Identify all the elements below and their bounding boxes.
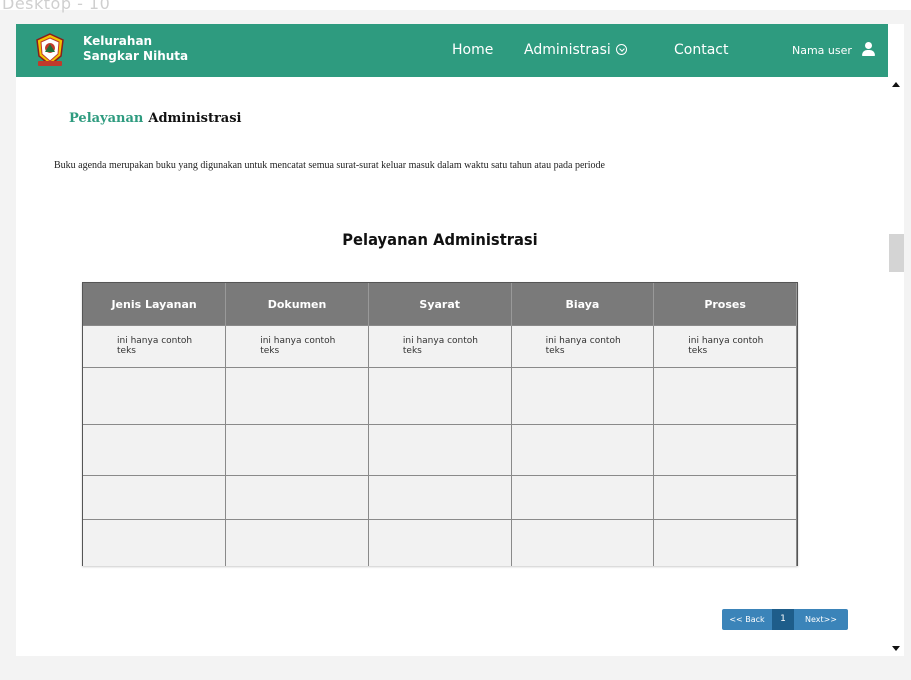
services-table: Jenis Layanan Dokumen Syarat Biaya Prose…	[82, 282, 798, 566]
table-row	[83, 475, 797, 520]
pagination-current-page[interactable]: 1	[772, 609, 794, 630]
scrollbar-thumb[interactable]	[889, 234, 904, 272]
page-title-part1: Pelayanan	[69, 111, 144, 126]
table-cell	[83, 367, 227, 425]
table-cell	[225, 424, 369, 476]
table-header-row: Jenis Layanan Dokumen Syarat Biaya Prose…	[83, 283, 797, 326]
header-jenis-layanan: Jenis Layanan	[83, 283, 227, 326]
canvas-bottom-strip	[0, 656, 911, 680]
brand-line-1: Kelurahan	[83, 34, 153, 48]
kelurahan-logo-icon[interactable]	[34, 32, 66, 68]
scroll-up-arrow-icon[interactable]	[892, 82, 900, 87]
nav-contact[interactable]: Contact	[674, 42, 728, 58]
table-cell	[511, 424, 655, 476]
nav-home[interactable]: Home	[452, 42, 493, 58]
brand-line-2: Sangkar Nihuta	[83, 49, 189, 63]
table-cell	[511, 367, 655, 425]
table-row	[83, 519, 797, 566]
pagination-next-button[interactable]: Next>>	[794, 609, 848, 630]
chevron-down-icon	[615, 44, 627, 55]
table-cell	[225, 519, 369, 566]
user-icon[interactable]	[861, 42, 875, 58]
pagination: << Back 1 Next>>	[722, 609, 848, 630]
frame-label: Desktop - 10	[2, 0, 111, 13]
table-cell	[83, 475, 227, 520]
pagination-back-button[interactable]: << Back	[722, 609, 772, 630]
header-syarat: Syarat	[368, 283, 512, 326]
table-cell: ini hanya contoh teks	[511, 325, 655, 368]
nav-administrasi[interactable]: Administrasi	[524, 42, 627, 58]
table-cell	[225, 367, 369, 425]
table-cell	[653, 519, 797, 566]
table-cell	[368, 475, 512, 520]
nav-user-name[interactable]: Nama user	[792, 44, 852, 57]
vertical-scrollbar[interactable]	[888, 77, 904, 656]
navbar: Kelurahan Sangkar Nihuta Home Administra…	[16, 24, 888, 77]
brand-name[interactable]: Kelurahan Sangkar Nihuta	[83, 34, 188, 64]
table-cell	[368, 367, 512, 425]
cell-text: ini hanya contoh teks	[260, 336, 336, 356]
page-title: Pelayanan Administrasi	[69, 111, 242, 126]
table-cell	[368, 424, 512, 476]
table-title: Pelayanan Administrasi	[342, 230, 538, 249]
canvas-top-strip	[0, 10, 911, 24]
scroll-down-arrow-icon[interactable]	[892, 646, 900, 651]
cell-text: ini hanya contoh teks	[545, 336, 621, 356]
table-cell: ini hanya contoh teks	[653, 325, 797, 368]
table-row	[83, 424, 797, 476]
table-cell	[83, 519, 227, 566]
cell-text: ini hanya contoh teks	[117, 336, 193, 356]
page-title-part2: Administrasi	[148, 111, 242, 126]
table-cell	[511, 519, 655, 566]
table-cell	[653, 424, 797, 476]
page-description: Buku agenda merupakan buku yang digunaka…	[54, 160, 605, 171]
table-cell	[653, 367, 797, 425]
header-proses: Proses	[653, 283, 797, 326]
table-cell	[653, 475, 797, 520]
table-cell	[225, 475, 369, 520]
table-cell	[83, 424, 227, 476]
header-dokumen: Dokumen	[225, 283, 369, 326]
cell-text: ini hanya contoh teks	[688, 336, 764, 356]
table-cell: ini hanya contoh teks	[83, 325, 227, 368]
cell-text: ini hanya contoh teks	[402, 336, 478, 356]
table-cell	[511, 475, 655, 520]
table-row: ini hanya contoh teks ini hanya contoh t…	[83, 325, 797, 368]
canvas-left-strip	[0, 10, 16, 680]
nav-administrasi-label: Administrasi	[524, 42, 611, 58]
header-biaya: Biaya	[511, 283, 655, 326]
table-cell	[368, 519, 512, 566]
table-cell: ini hanya contoh teks	[225, 325, 369, 368]
table-row	[83, 367, 797, 425]
table-cell: ini hanya contoh teks	[368, 325, 512, 368]
